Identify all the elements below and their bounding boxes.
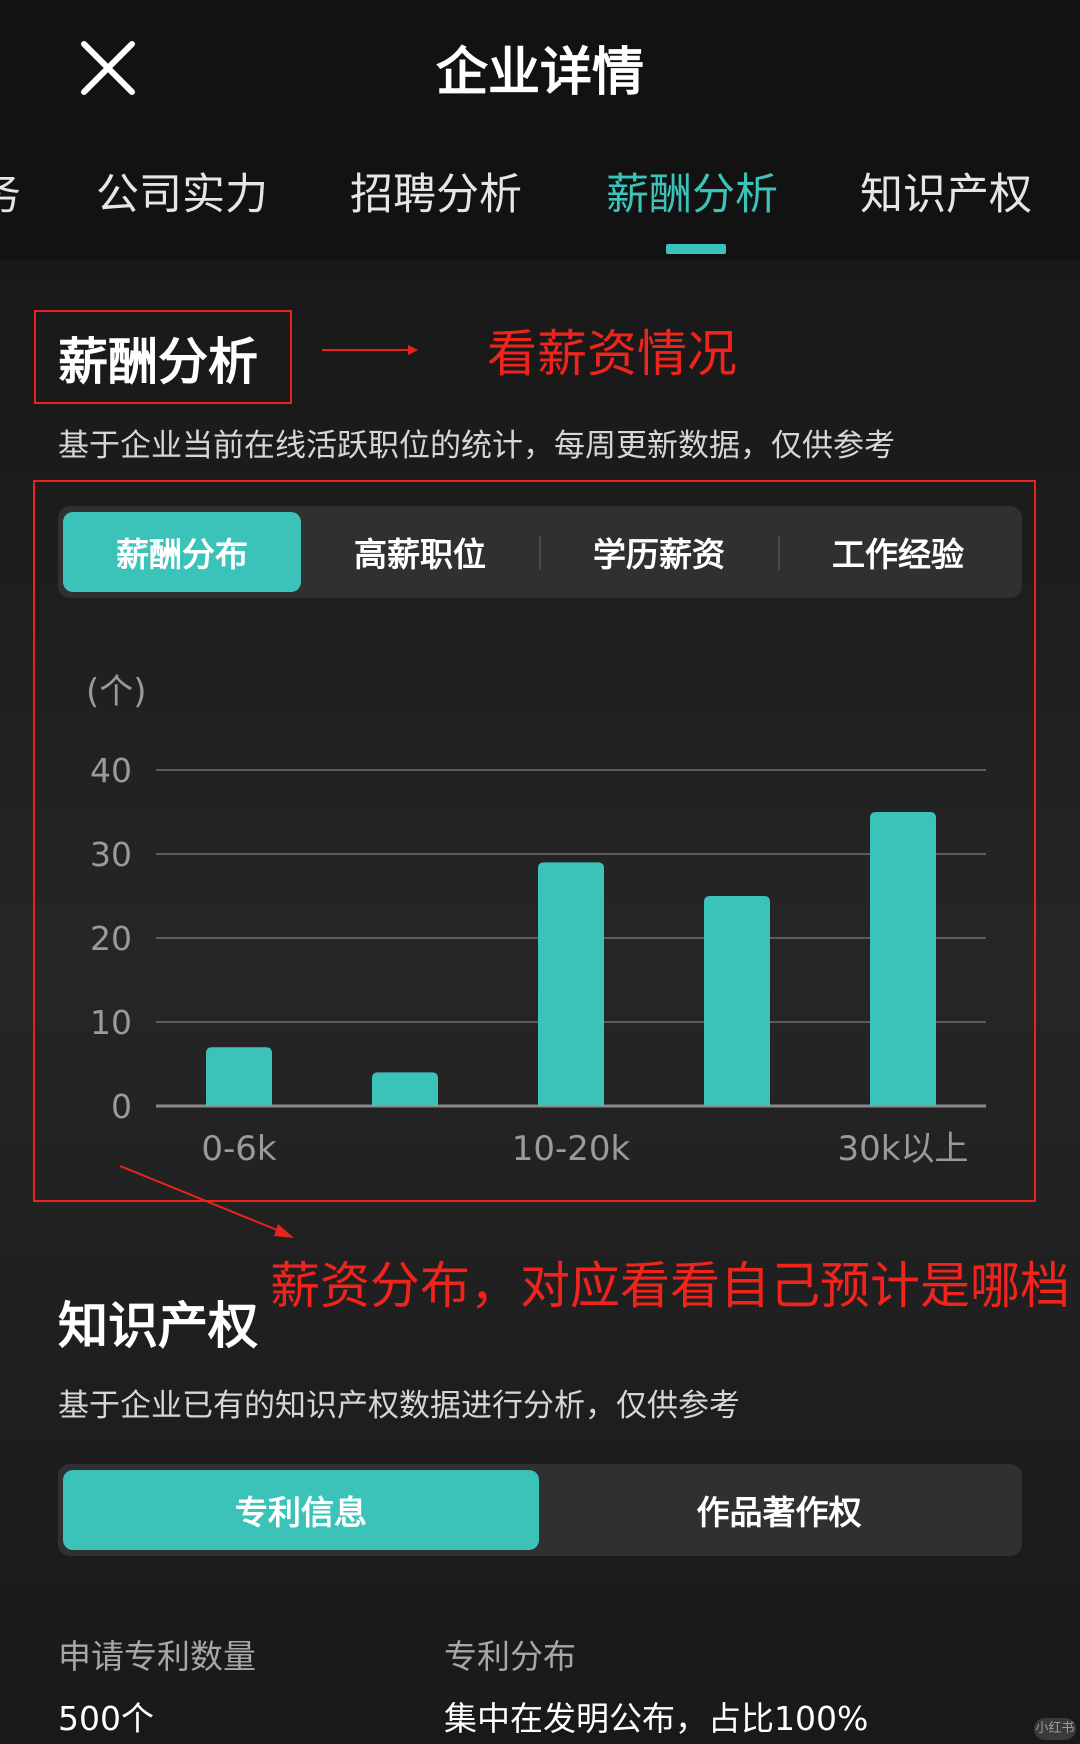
title-annotation-text: 看薪资情况: [487, 325, 737, 383]
bar: [870, 812, 936, 1106]
subtab-education-salary[interactable]: 学历薪资: [540, 512, 778, 592]
tab-intellectual-property[interactable]: 知识产权: [860, 160, 1032, 222]
subtab-copyright[interactable]: 作品著作权: [541, 1470, 1017, 1550]
y-tick-label: 40: [90, 751, 132, 790]
y-tick-label: 10: [90, 1003, 132, 1042]
x-tick-label: 30k以上: [838, 1129, 969, 1169]
patent-distribution-value: 集中在发明公布，占比100%: [444, 1699, 869, 1738]
y-tick-label: 30: [90, 835, 132, 874]
patent-distribution-label: 专利分布: [444, 1637, 576, 1676]
y-tick-label: 20: [90, 919, 132, 958]
ip-subtab-bar: 专利信息 作品著作权: [58, 1464, 1022, 1556]
salary-subtab-bar: 薪酬分布 高薪职位 学历薪资 工作经验: [58, 506, 1022, 598]
patent-count-label: 申请专利数量: [58, 1637, 256, 1676]
active-tab-indicator: [666, 244, 726, 254]
x-tick-label: 10-20k: [512, 1129, 631, 1169]
subtab-high-salary-jobs[interactable]: 高薪职位: [301, 512, 539, 592]
salary-section-desc: 基于企业当前在线活跃职位的统计，每周更新数据，仅供参考: [58, 428, 895, 464]
bar: [538, 862, 604, 1106]
bar: [206, 1047, 272, 1106]
subtab-patent-info[interactable]: 专利信息: [63, 1470, 539, 1550]
page-title: 企业详情: [435, 43, 644, 103]
ip-section-desc: 基于企业已有的知识产权数据进行分析，仅供参考: [58, 1388, 740, 1424]
tab-business[interactable]: 务: [0, 160, 21, 222]
tab-company-strength[interactable]: 公司实力: [96, 160, 268, 222]
salary-distribution-chart: (个) 0 10 20 30 40 0-6k 10-20k 30k以上: [60, 650, 1020, 1170]
bar: [704, 896, 770, 1106]
y-tick-label: 0: [111, 1087, 132, 1126]
salary-chart-svg: (个)0102030400-6k 10-20k 30k以上: [86, 672, 986, 1169]
annotation-arrow-down-icon: [119, 1165, 294, 1238]
bar: [372, 1072, 438, 1106]
watermark: 小红书: [1034, 1718, 1076, 1740]
subtab-salary-distribution[interactable]: 薪酬分布: [63, 512, 301, 592]
chart-annotation-text: 薪资分布，对应看看自己预计是哪档: [270, 1257, 1070, 1315]
patent-count-value: 500个: [58, 1699, 154, 1738]
salary-section-title: 薪酬分析: [58, 333, 258, 391]
tab-salary-analysis[interactable]: 薪酬分析: [606, 160, 778, 222]
annotation-arrow-right-icon: [322, 345, 418, 355]
subtab-work-experience[interactable]: 工作经验: [779, 512, 1017, 592]
tab-recruitment-analysis[interactable]: 招聘分析: [350, 160, 522, 222]
y-axis-unit-label: (个): [86, 672, 147, 712]
ip-section-title: 知识产权: [58, 1297, 258, 1355]
tab-bar: 务 公司实力 招聘分析 薪酬分析 知识产权: [0, 160, 1080, 250]
